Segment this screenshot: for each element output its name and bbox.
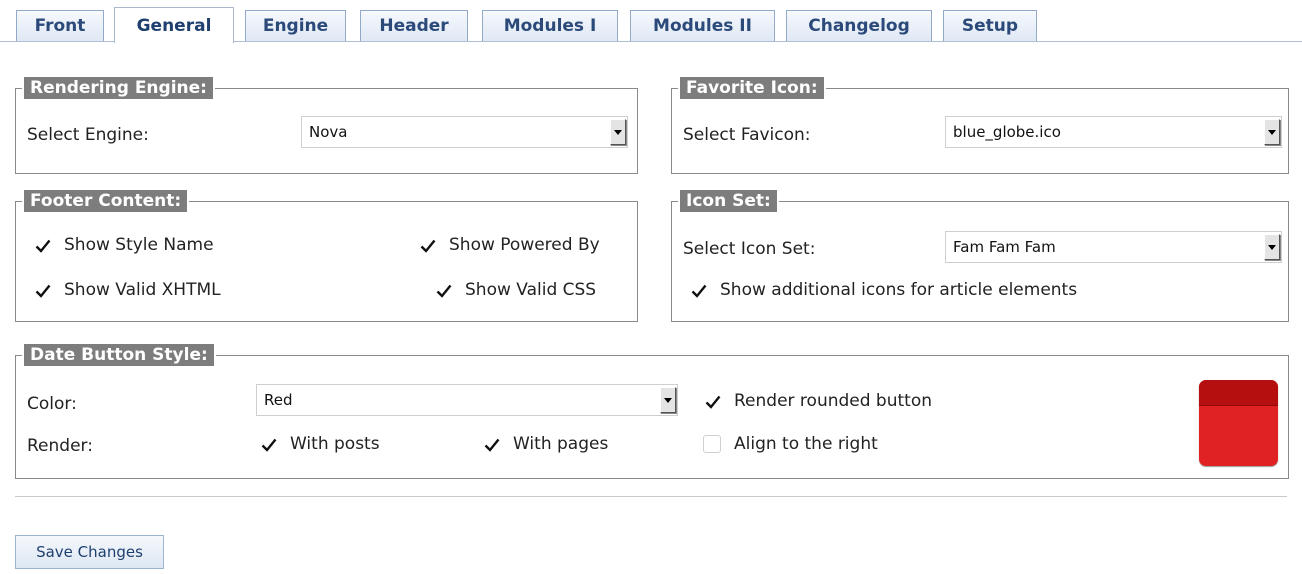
chevron-down-icon[interactable] [1264, 119, 1280, 145]
with-posts-label: With posts [290, 434, 380, 454]
with-pages-label: With pages [513, 434, 609, 454]
select-icon-set-label: Select Icon Set: [683, 239, 816, 259]
checkmark-icon[interactable] [259, 435, 277, 453]
rendering-engine-group: Rendering Engine: Select Engine: Nova [15, 77, 638, 174]
show-powered-by-label: Show Powered By [449, 235, 600, 255]
tab-changelog[interactable]: Changelog [786, 10, 932, 41]
show-valid-xhtml-checkbox[interactable]: Show Valid XHTML [33, 280, 221, 300]
date-button-style-legend: Date Button Style: [24, 344, 214, 366]
icon-set-select-value: Fam Fam Fam [953, 238, 1056, 256]
show-additional-icons-label: Show additional icons for article elemen… [720, 280, 1078, 300]
date-button-preview [1199, 380, 1278, 466]
tab-front[interactable]: Front [16, 10, 104, 41]
with-posts-checkbox[interactable]: With posts [259, 434, 380, 454]
date-button-preview-top [1199, 380, 1278, 406]
tab-setup[interactable]: Setup [943, 10, 1037, 41]
show-valid-css-checkbox[interactable]: Show Valid CSS [434, 280, 596, 300]
show-valid-css-label: Show Valid CSS [465, 280, 597, 300]
icon-set-select[interactable]: Fam Fam Fam [945, 231, 1282, 263]
rendering-engine-legend: Rendering Engine: [24, 77, 213, 99]
align-right-checkbox[interactable]: Align to the right [703, 434, 878, 454]
icon-set-group: Icon Set: Select Icon Set: Fam Fam Fam S… [671, 190, 1289, 322]
render-rounded-checkbox[interactable]: Render rounded button [703, 391, 932, 411]
show-valid-xhtml-label: Show Valid XHTML [64, 280, 221, 300]
engine-select-value: Nova [309, 123, 348, 141]
footer-content-legend: Footer Content: [24, 190, 188, 212]
show-additional-icons-checkbox[interactable]: Show additional icons for article elemen… [689, 280, 1077, 300]
color-label: Color: [27, 394, 77, 414]
checkmark-icon[interactable] [33, 281, 51, 299]
footer-content-group: Footer Content: Show Style Name Show Pow… [15, 190, 638, 322]
tab-bar: Front General Engine Header Modules I Mo… [0, 0, 1302, 43]
select-engine-label: Select Engine: [27, 125, 149, 145]
checkmark-icon[interactable] [482, 435, 500, 453]
save-changes-button[interactable]: Save Changes [15, 535, 164, 569]
with-pages-checkbox[interactable]: With pages [482, 434, 608, 454]
chevron-down-icon[interactable] [610, 119, 626, 145]
show-style-name-label: Show Style Name [64, 235, 214, 255]
color-select[interactable]: Red [256, 384, 678, 416]
chevron-down-icon[interactable] [660, 387, 676, 413]
render-rounded-label: Render rounded button [734, 391, 933, 411]
empty-checkbox-icon[interactable] [703, 435, 721, 453]
date-button-style-group: Date Button Style: Color: Red Render: Wi… [15, 344, 1289, 479]
render-label: Render: [27, 436, 93, 456]
favicon-select-value: blue_globe.ico [953, 123, 1061, 141]
favorite-icon-legend: Favorite Icon: [680, 77, 824, 99]
tab-header[interactable]: Header [360, 10, 468, 41]
checkmark-icon[interactable] [418, 236, 436, 254]
favicon-select[interactable]: blue_globe.ico [945, 116, 1282, 148]
show-powered-by-checkbox[interactable]: Show Powered By [418, 235, 600, 255]
select-favicon-label: Select Favicon: [683, 125, 811, 145]
checkmark-icon[interactable] [434, 281, 452, 299]
engine-select[interactable]: Nova [301, 116, 628, 148]
align-right-label: Align to the right [734, 434, 878, 454]
checkmark-icon[interactable] [33, 236, 51, 254]
tab-modules-ii[interactable]: Modules II [630, 10, 775, 41]
chevron-down-icon[interactable] [1264, 234, 1280, 260]
checkmark-icon[interactable] [703, 392, 721, 410]
tab-modules-i[interactable]: Modules I [482, 10, 618, 41]
divider [15, 496, 1287, 497]
tab-engine[interactable]: Engine [245, 10, 346, 41]
favorite-icon-group: Favorite Icon: Select Favicon: blue_glob… [671, 77, 1289, 174]
icon-set-legend: Icon Set: [680, 190, 777, 212]
show-style-name-checkbox[interactable]: Show Style Name [33, 235, 214, 255]
color-select-value: Red [264, 391, 293, 409]
tab-general[interactable]: General [114, 7, 234, 43]
checkmark-icon[interactable] [689, 281, 707, 299]
